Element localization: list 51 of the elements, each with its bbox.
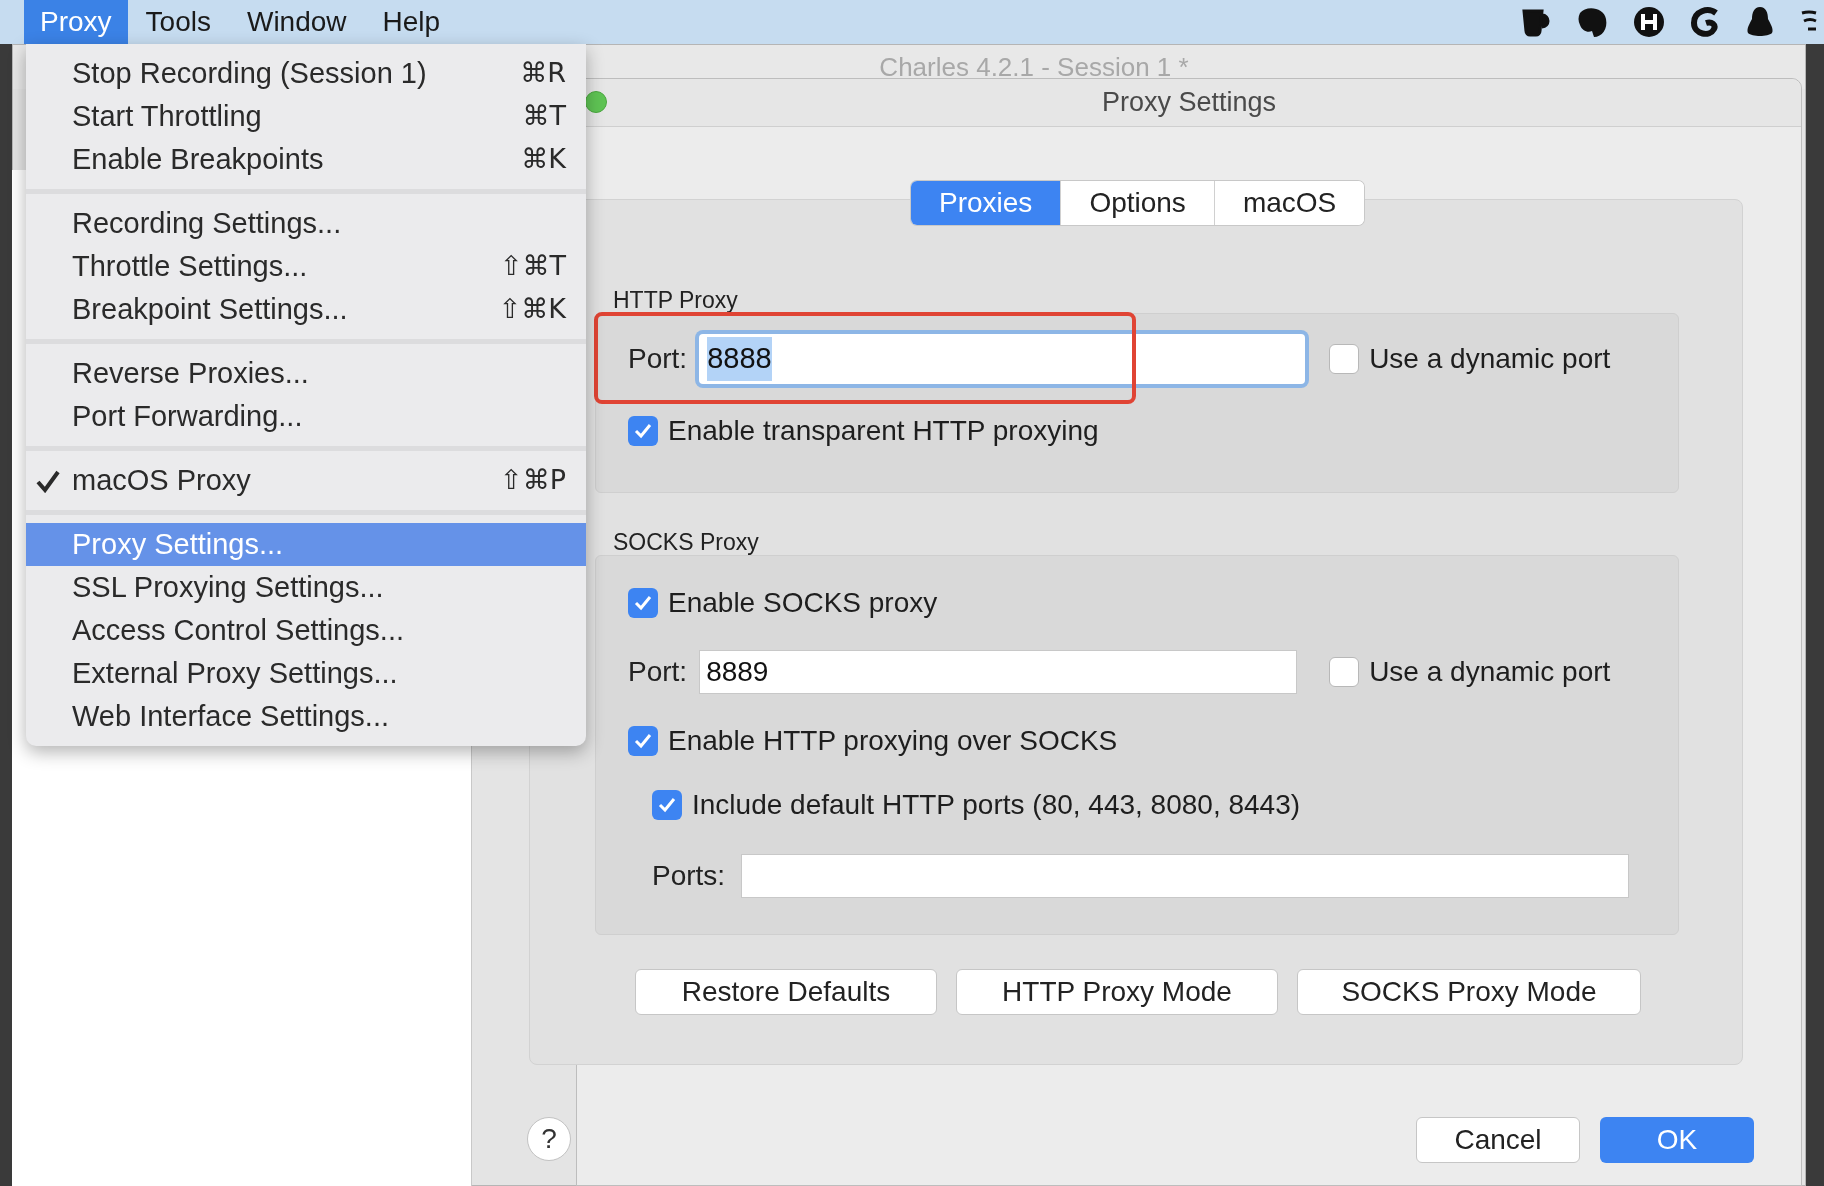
checkbox-label: Use a dynamic port <box>1369 655 1611 689</box>
ok-button[interactable]: OK <box>1600 1117 1754 1163</box>
menu-item[interactable]: Enable Breakpoints ⌘K <box>26 138 586 181</box>
check-icon <box>36 468 60 493</box>
port-field[interactable]: 8889 <box>699 650 1298 694</box>
menu-item[interactable]: Access Control Settings... <box>26 609 586 652</box>
check-icon <box>633 421 653 441</box>
section-heading: SOCKS Proxy <box>612 529 760 555</box>
check-icon <box>633 731 653 751</box>
section-heading: HTTP Proxy <box>612 287 739 313</box>
cancel-button[interactable]: Cancel <box>1416 1117 1580 1163</box>
mode-button[interactable]: SOCKS Proxy Mode <box>1297 969 1641 1015</box>
menu-item[interactable]: Breakpoint Settings... ⇧⌘K <box>26 288 586 331</box>
menu-bar-item[interactable]: Help <box>364 0 459 44</box>
checkbox-label: Enable HTTP proxying over SOCKS <box>668 724 1118 758</box>
field-label: Port: <box>628 655 688 689</box>
mode-button[interactable]: HTTP Proxy Mode <box>956 969 1278 1015</box>
menu-item[interactable]: macOS Proxy ⇧⌘P <box>26 459 586 502</box>
checkbox-label: Include default HTTP ports (80, 443, 8080, 8443) <box>692 788 1301 822</box>
tab[interactable]: macOS <box>1213 181 1365 225</box>
menu-item[interactable]: Port Forwarding... <box>26 395 586 438</box>
check-icon <box>657 795 677 815</box>
menu-bar-item[interactable]: Window <box>228 0 365 44</box>
checkbox[interactable] <box>652 790 682 820</box>
menu-item[interactable]: External Proxy Settings... <box>26 652 586 695</box>
field-label: Ports: <box>652 859 726 893</box>
mode-button[interactable]: Restore Defaults <box>635 969 937 1015</box>
tab[interactable]: Proxies <box>911 181 1061 225</box>
menu-item[interactable]: Reverse Proxies... <box>26 352 586 395</box>
menu-item[interactable]: Start Throttling ⌘T <box>26 95 586 138</box>
checkbox[interactable] <box>628 416 658 446</box>
checkbox-label: Enable SOCKS proxy <box>668 586 938 620</box>
h-circle-icon[interactable] <box>1632 5 1666 39</box>
checkbox[interactable] <box>1329 344 1360 374</box>
checkbox-label: Use a dynamic port <box>1369 342 1611 376</box>
check-icon <box>633 593 653 613</box>
checkbox[interactable] <box>628 588 658 618</box>
window-title: Charles 4.2.1 - Session 1 * <box>878 50 1189 84</box>
menu-item[interactable]: Web Interface Settings... <box>26 695 586 738</box>
ports-field[interactable] <box>741 854 1630 898</box>
field-label: Port: <box>628 342 688 376</box>
menu-bar-item[interactable]: Tools <box>127 0 229 44</box>
checkbox[interactable] <box>1329 657 1360 687</box>
checkbox[interactable] <box>628 726 658 756</box>
menu-item[interactable]: SSL Proxying Settings... <box>26 566 586 609</box>
menu-bar-item[interactable]: Proxy <box>24 0 128 44</box>
menu-item[interactable]: Throttle Settings... ⇧⌘T <box>26 245 586 288</box>
menu-item[interactable]: Recording Settings... <box>26 202 586 245</box>
dialog-title: Proxy Settings <box>1101 86 1277 120</box>
checkbox-label: Enable transparent HTTP proxying <box>668 414 1099 448</box>
menu-item[interactable]: Stop Recording (Session 1) ⌘R <box>26 52 586 95</box>
